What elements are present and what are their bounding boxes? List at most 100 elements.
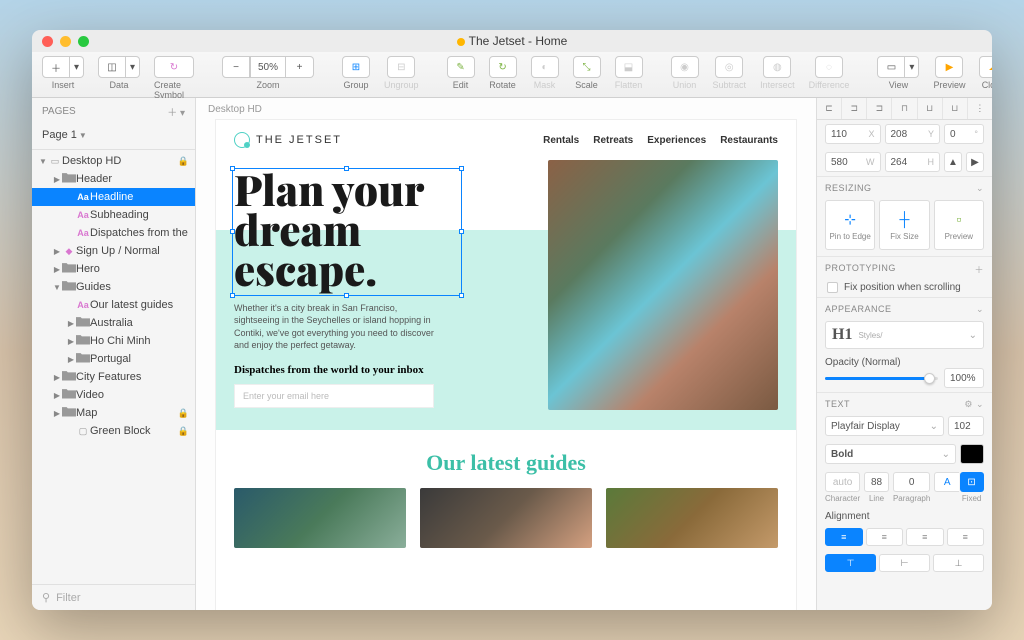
filter-input[interactable]: ⚲ Filter — [32, 584, 195, 610]
text-style-selector[interactable]: H1 Styles/ ⌄ — [825, 321, 984, 349]
layer-row[interactable]: ▢Green Block🔒 — [32, 422, 195, 440]
position-x-input[interactable]: 110X — [825, 124, 881, 144]
layer-row[interactable]: ▶Map🔒 — [32, 404, 195, 422]
page-selector[interactable]: Page 1▼ — [32, 125, 195, 150]
disclosure-arrow[interactable]: ▶ — [66, 319, 76, 328]
disclosure-arrow[interactable]: ▼ — [52, 283, 62, 292]
layer-row[interactable]: ▶City Features — [32, 368, 195, 386]
align-right-button[interactable]: ⊐ — [867, 98, 892, 119]
subtract-button[interactable]: ◎ — [715, 56, 743, 78]
cloud-button[interactable]: ☁ — [979, 56, 992, 78]
layer-row[interactable]: ▼Guides — [32, 278, 195, 296]
text-align-justify-button[interactable]: ≡ — [947, 528, 985, 546]
mask-button[interactable]: ◐ — [531, 56, 559, 78]
difference-button[interactable]: ◌ — [815, 56, 843, 78]
align-top-button[interactable]: ⊓ — [892, 98, 917, 119]
fix-scroll-checkbox[interactable]: Fix position when scrolling — [817, 278, 992, 297]
distribute-button[interactable]: ⋮ — [968, 98, 992, 119]
align-center-h-button[interactable]: ⊐ — [842, 98, 867, 119]
preview-button[interactable]: ▶ — [935, 56, 963, 78]
disclosure-arrow[interactable]: ▼ — [38, 157, 48, 166]
auto-width-button[interactable]: A — [934, 472, 959, 492]
insert-button[interactable]: ＋ — [42, 56, 70, 78]
layer-row[interactable]: ▶Video — [32, 386, 195, 404]
union-button[interactable]: ◉ — [671, 56, 699, 78]
text-align-center-button[interactable]: ≡ — [866, 528, 904, 546]
disclosure-arrow[interactable]: ▶ — [66, 355, 76, 364]
data-button[interactable]: ◫ — [98, 56, 126, 78]
disclosure-arrow[interactable]: ▶ — [52, 247, 62, 256]
text-valign-middle-button[interactable]: ⊢ — [879, 554, 930, 572]
layer-row[interactable]: AaDispatches from the — [32, 224, 195, 242]
font-weight-selector[interactable]: Bold⌄ — [825, 444, 956, 464]
zoom-in-button[interactable]: + — [286, 56, 314, 78]
text-color-swatch[interactable] — [960, 444, 984, 464]
view-button[interactable]: ▭ — [877, 56, 905, 78]
layer-row[interactable]: ▶Hero — [32, 260, 195, 278]
fix-size-button[interactable]: ┼Fix Size — [879, 200, 929, 250]
height-input[interactable]: 264H — [885, 152, 941, 172]
text-valign-bottom-button[interactable]: ⊥ — [933, 554, 984, 572]
create-symbol-button[interactable]: ↻ — [154, 56, 194, 78]
gear-icon[interactable]: ⚙ ⌄ — [964, 399, 984, 410]
intersect-button[interactable]: ◍ — [763, 56, 791, 78]
layer-row[interactable]: ▶Ho Chi Minh — [32, 332, 195, 350]
edit-button[interactable]: ✎ — [447, 56, 475, 78]
layer-row[interactable]: AaSubheading — [32, 206, 195, 224]
disclosure-arrow[interactable]: ▶ — [52, 409, 62, 418]
canvas[interactable]: Desktop HD THE JETSET RentalsRetreatsExp… — [196, 98, 816, 610]
layer-row[interactable]: ▶Header — [32, 170, 195, 188]
data-dropdown[interactable]: ▾ — [126, 56, 140, 78]
chevron-down-icon[interactable]: ⌄ — [976, 304, 984, 315]
artboard-label[interactable]: Desktop HD — [208, 104, 262, 115]
line-height-input[interactable]: 88 — [864, 472, 889, 492]
group-button[interactable]: ⊞ — [342, 56, 370, 78]
headline-text[interactable]: Plan your dream escape. — [234, 170, 454, 290]
layer-row[interactable]: ▶◆Sign Up / Normal — [32, 242, 195, 260]
font-size-input[interactable]: 102 — [948, 416, 984, 436]
paragraph-spacing-input[interactable]: 0 — [893, 472, 930, 492]
fixed-size-button[interactable]: ⊡ — [960, 472, 984, 492]
align-left-button[interactable]: ⊏ — [817, 98, 842, 119]
disclosure-arrow[interactable]: ▶ — [52, 391, 62, 400]
chevron-down-icon[interactable]: ⌄ — [976, 183, 984, 194]
layer-row[interactable]: AaHeadline — [32, 188, 195, 206]
text-valign-top-button[interactable]: ⊤ — [825, 554, 876, 572]
add-page-button[interactable]: ＋ ▾ — [167, 104, 185, 119]
opacity-value[interactable]: 100% — [944, 368, 984, 388]
add-prototype-button[interactable]: ＋ — [974, 263, 984, 276]
scale-button[interactable]: ⤡ — [573, 56, 601, 78]
pin-to-edge-button[interactable]: ⊹Pin to Edge — [825, 200, 875, 250]
nav-link: Restaurants — [720, 135, 778, 146]
rotate-button[interactable]: ↻ — [489, 56, 517, 78]
resize-preview-button[interactable]: ▫Preview — [934, 200, 984, 250]
layer-row[interactable]: ▶Portugal — [32, 350, 195, 368]
width-input[interactable]: 580W — [825, 152, 881, 172]
text-align-right-button[interactable]: ≡ — [906, 528, 944, 546]
text-layer-icon: Aa — [76, 300, 90, 310]
position-y-input[interactable]: 208Y — [885, 124, 941, 144]
zoom-out-button[interactable]: − — [222, 56, 250, 78]
opacity-slider[interactable] — [825, 377, 938, 380]
text-section: TEXT⚙ ⌄ — [817, 392, 992, 412]
zoom-value[interactable]: 50% — [250, 56, 286, 78]
disclosure-arrow[interactable]: ▶ — [52, 175, 62, 184]
disclosure-arrow[interactable]: ▶ — [52, 265, 62, 274]
text-align-left-button[interactable]: ≡ — [825, 528, 863, 546]
view-dropdown[interactable]: ▾ — [905, 56, 919, 78]
character-spacing-input[interactable]: auto — [825, 472, 860, 492]
layer-row[interactable]: AaOur latest guides — [32, 296, 195, 314]
flatten-button[interactable]: ⬓ — [615, 56, 643, 78]
font-family-selector[interactable]: Playfair Display⌄ — [825, 416, 944, 436]
layer-row[interactable]: ▶Australia — [32, 314, 195, 332]
ungroup-button[interactable]: ⊟ — [387, 56, 415, 78]
insert-dropdown[interactable]: ▾ — [70, 56, 84, 78]
flip-h-button[interactable]: ▲ — [944, 152, 962, 172]
align-middle-button[interactable]: ⊔ — [918, 98, 943, 119]
layer-row[interactable]: ▼▭Desktop HD🔒 — [32, 152, 195, 170]
disclosure-arrow[interactable]: ▶ — [52, 373, 62, 382]
rotation-input[interactable]: 0° — [944, 124, 984, 144]
align-bottom-button[interactable]: ⊔ — [943, 98, 968, 119]
disclosure-arrow[interactable]: ▶ — [66, 337, 76, 346]
flip-v-button[interactable]: ▶ — [966, 152, 984, 172]
